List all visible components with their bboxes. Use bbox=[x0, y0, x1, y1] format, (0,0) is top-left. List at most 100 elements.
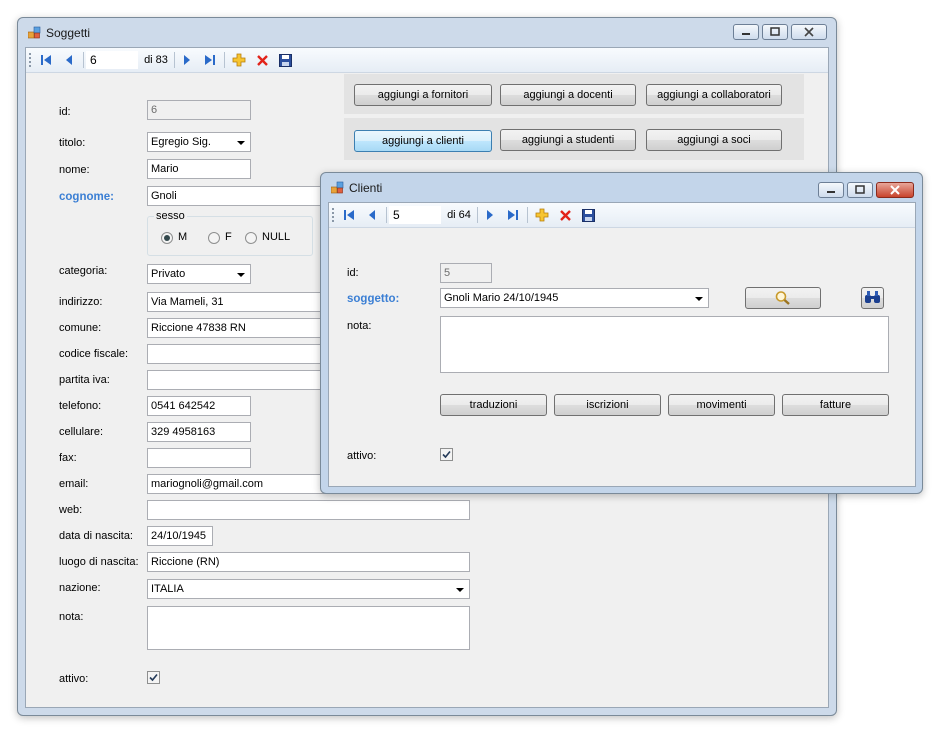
id-label: id: bbox=[347, 267, 359, 279]
record-count-label: di 64 bbox=[447, 209, 471, 221]
indirizzo-field[interactable]: Via Mameli, 31 bbox=[147, 292, 327, 312]
close-icon bbox=[804, 27, 814, 37]
nome-field[interactable]: Mario bbox=[147, 159, 251, 179]
delete-icon bbox=[256, 54, 268, 66]
save-record-button[interactable] bbox=[277, 52, 293, 68]
prev-record-button[interactable] bbox=[61, 52, 77, 68]
aggiungi-studenti-button[interactable]: aggiungi a studenti bbox=[500, 129, 636, 151]
last-record-button[interactable] bbox=[505, 207, 521, 223]
web-field[interactable] bbox=[147, 500, 470, 520]
first-record-icon bbox=[41, 55, 51, 65]
sesso-null-radio[interactable] bbox=[245, 232, 257, 244]
soggetto-label: soggetto: bbox=[347, 293, 400, 305]
aggiungi-soci-button[interactable]: aggiungi a soci bbox=[646, 129, 782, 151]
categoria-label: categoria: bbox=[59, 265, 108, 277]
aggiungi-clienti-button[interactable]: aggiungi a clienti bbox=[354, 130, 492, 152]
toolbar-grip[interactable] bbox=[332, 208, 334, 222]
soggetti-navigator-toolbar: di 83 bbox=[26, 48, 828, 73]
fatture-button[interactable]: fatture bbox=[782, 394, 889, 416]
id-field[interactable]: 5 bbox=[440, 263, 492, 283]
toolbar-separator bbox=[83, 52, 84, 68]
clienti-navigator-toolbar: di 64 bbox=[329, 203, 915, 228]
nota-field[interactable] bbox=[440, 316, 889, 373]
attivo-checkbox[interactable] bbox=[440, 448, 453, 461]
sesso-null-label[interactable]: NULL bbox=[262, 231, 290, 243]
sesso-f-radio[interactable] bbox=[208, 232, 220, 244]
record-position-input[interactable] bbox=[86, 51, 138, 69]
nota-field[interactable] bbox=[147, 606, 470, 650]
next-record-button[interactable] bbox=[482, 207, 498, 223]
delete-record-button[interactable] bbox=[254, 52, 270, 68]
add-record-button[interactable] bbox=[534, 207, 550, 223]
next-record-icon bbox=[487, 210, 493, 220]
categoria-select[interactable]: Privato bbox=[147, 264, 251, 284]
comune-field[interactable]: Riccione 47838 RN bbox=[147, 318, 327, 338]
cellulare-label: cellulare: bbox=[59, 426, 104, 438]
luogo-nascita-label: luogo di nascita: bbox=[59, 556, 139, 568]
luogo-nascita-field[interactable]: Riccione (RN) bbox=[147, 552, 470, 572]
partita-iva-field[interactable] bbox=[147, 370, 327, 390]
movimenti-button[interactable]: movimenti bbox=[668, 394, 775, 416]
save-record-button[interactable] bbox=[580, 207, 596, 223]
first-record-button[interactable] bbox=[341, 207, 357, 223]
attivo-label: attivo: bbox=[347, 450, 377, 462]
toolbar-separator bbox=[477, 207, 478, 223]
soggetti-titlebar[interactable]: Soggetti bbox=[18, 18, 836, 48]
maximize-button[interactable] bbox=[762, 24, 788, 40]
toolbar-grip[interactable] bbox=[29, 53, 31, 67]
record-position-input[interactable] bbox=[389, 206, 441, 224]
email-field[interactable]: mariognoli@gmail.com bbox=[147, 474, 327, 494]
sesso-m-radio[interactable] bbox=[161, 232, 173, 244]
id-field[interactable]: 6 bbox=[147, 100, 251, 120]
minimize-button[interactable] bbox=[818, 182, 844, 198]
binoculars-button[interactable] bbox=[861, 287, 884, 309]
telefono-field[interactable]: 0541 642542 bbox=[147, 396, 251, 416]
prev-record-button[interactable] bbox=[364, 207, 380, 223]
maximize-icon bbox=[770, 27, 780, 36]
nome-label: nome: bbox=[59, 164, 90, 176]
titolo-select[interactable]: Egregio Sig. bbox=[147, 132, 251, 152]
attivo-checkbox[interactable] bbox=[147, 671, 160, 684]
titolo-label: titolo: bbox=[59, 137, 86, 149]
maximize-button[interactable] bbox=[847, 182, 873, 198]
traduzioni-button[interactable]: traduzioni bbox=[440, 394, 547, 416]
nazione-select[interactable]: ITALIA bbox=[147, 579, 470, 599]
maximize-icon bbox=[855, 185, 865, 194]
data-nascita-field[interactable]: 24/10/1945 bbox=[147, 526, 213, 546]
soggetto-select[interactable]: Gnoli Mario 24/10/1945 bbox=[440, 288, 709, 308]
aggiungi-fornitori-button[interactable]: aggiungi a fornitori bbox=[354, 84, 492, 106]
check-icon bbox=[149, 673, 158, 682]
clienti-titlebar[interactable]: Clienti bbox=[321, 173, 922, 203]
close-button[interactable] bbox=[876, 182, 914, 198]
minimize-icon bbox=[742, 33, 750, 35]
last-record-button[interactable] bbox=[202, 52, 218, 68]
last-record-icon bbox=[508, 210, 518, 220]
delete-record-button[interactable] bbox=[557, 207, 573, 223]
add-icon bbox=[535, 208, 549, 222]
aggiungi-docenti-button[interactable]: aggiungi a docenti bbox=[500, 84, 636, 106]
chevron-down-icon bbox=[456, 588, 464, 592]
cellulare-field[interactable]: 329 4958163 bbox=[147, 422, 251, 442]
aggiungi-collaboratori-button[interactable]: aggiungi a collaboratori bbox=[646, 84, 782, 106]
close-button[interactable] bbox=[791, 24, 827, 40]
nazione-value: ITALIA bbox=[151, 583, 184, 595]
id-label: id: bbox=[59, 106, 71, 118]
sesso-f-label[interactable]: F bbox=[225, 231, 232, 243]
nota-label: nota: bbox=[347, 320, 372, 332]
search-button[interactable] bbox=[745, 287, 821, 309]
fax-field[interactable] bbox=[147, 448, 251, 468]
prev-record-icon bbox=[66, 55, 72, 65]
add-record-button[interactable] bbox=[231, 52, 247, 68]
next-record-button[interactable] bbox=[179, 52, 195, 68]
cognome-field[interactable]: Gnoli bbox=[147, 186, 327, 206]
search-icon bbox=[775, 291, 790, 305]
window-title: Clienti bbox=[349, 181, 383, 195]
iscrizioni-button[interactable]: iscrizioni bbox=[554, 394, 661, 416]
data-nascita-label: data di nascita: bbox=[59, 530, 133, 542]
cognome-label: cognome: bbox=[59, 191, 114, 203]
sesso-m-label[interactable]: M bbox=[178, 231, 187, 243]
add-icon bbox=[232, 53, 246, 67]
first-record-button[interactable] bbox=[38, 52, 54, 68]
minimize-button[interactable] bbox=[733, 24, 759, 40]
codice-fiscale-field[interactable] bbox=[147, 344, 327, 364]
